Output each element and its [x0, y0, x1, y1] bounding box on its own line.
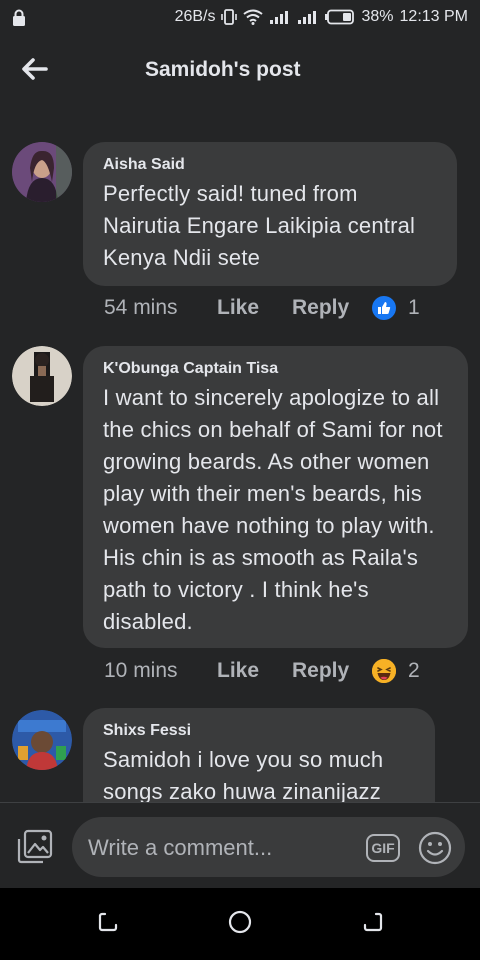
like-button[interactable]: Like: [217, 296, 292, 320]
comment-placeholder: Write a comment...: [88, 835, 273, 860]
home-icon: [228, 910, 252, 939]
comment-time: 54 mins: [104, 296, 178, 319]
network-speed: 26B/s: [174, 8, 216, 25]
comment-text: Perfectly said! tuned from Nairutia Enga…: [103, 181, 416, 270]
recents-button[interactable]: [95, 911, 121, 937]
signal-icon-2: [297, 9, 319, 25]
back-nav-button[interactable]: [360, 911, 386, 937]
avatar[interactable]: [12, 710, 72, 770]
emoji-icon: [418, 831, 452, 869]
clock: 12:13 PM: [399, 8, 468, 25]
comment-text: Samidoh i love you so much songs zako hu…: [103, 747, 384, 802]
back-arrow-icon: [22, 57, 48, 85]
comment-author[interactable]: K'Obunga Captain Tisa: [103, 360, 448, 378]
comment-input[interactable]: Write a comment... GIF: [72, 817, 465, 877]
wifi-icon: [243, 9, 264, 25]
gif-button[interactable]: GIF: [366, 834, 400, 862]
haha-reaction-icon: [372, 659, 396, 683]
reaction-count: 2: [408, 659, 420, 682]
comment-bubble: K'Obunga Captain Tisa I want to sincerel…: [83, 346, 468, 648]
comment-text: I want to sincerely apologize to all the…: [103, 385, 443, 634]
emoji-button[interactable]: [418, 831, 452, 870]
reaction-summary[interactable]: 2: [372, 659, 420, 683]
photo-button[interactable]: [16, 829, 54, 870]
home-button[interactable]: [227, 910, 253, 939]
vibrate-icon: [221, 8, 238, 26]
reply-button[interactable]: Reply: [292, 659, 372, 683]
lock-icon: [12, 9, 26, 32]
system-nav-bar: [0, 888, 480, 960]
comment-author[interactable]: Aisha Said: [103, 156, 437, 174]
reaction-count: 1: [408, 296, 420, 319]
recents-icon: [97, 911, 119, 938]
avatar[interactable]: [12, 142, 72, 202]
reply-button[interactable]: Reply: [292, 296, 372, 320]
avatar[interactable]: [12, 346, 72, 406]
comment-author[interactable]: Shixs Fessi: [103, 722, 415, 740]
page-title: Samidoh's post: [145, 58, 301, 81]
comment-time: 10 mins: [104, 659, 178, 682]
like-reaction-icon: [372, 296, 396, 320]
header: Samidoh's post: [0, 36, 480, 106]
comment-composer: Write a comment... GIF: [0, 802, 480, 889]
back-button[interactable]: [18, 54, 52, 88]
comment-actions: 54 mins Like Reply 1: [104, 296, 420, 320]
battery-icon: [325, 9, 355, 25]
reaction-summary[interactable]: 1: [372, 296, 420, 320]
status-bar: 26B/s 38% 12:13 PM: [0, 0, 480, 36]
back-icon: [362, 911, 384, 938]
comment-bubble: Aisha Said Perfectly said! tuned from Na…: [83, 142, 457, 286]
like-button[interactable]: Like: [217, 659, 292, 683]
battery-percent: 38%: [361, 8, 394, 25]
signal-icon: [269, 9, 291, 25]
comment-bubble: Shixs Fessi Samidoh i love you so much s…: [83, 708, 435, 802]
photo-icon: [16, 829, 54, 869]
comment-actions: 10 mins Like Reply 2: [104, 659, 420, 683]
comments-list: Aisha Said Perfectly said! tuned from Na…: [0, 106, 480, 802]
